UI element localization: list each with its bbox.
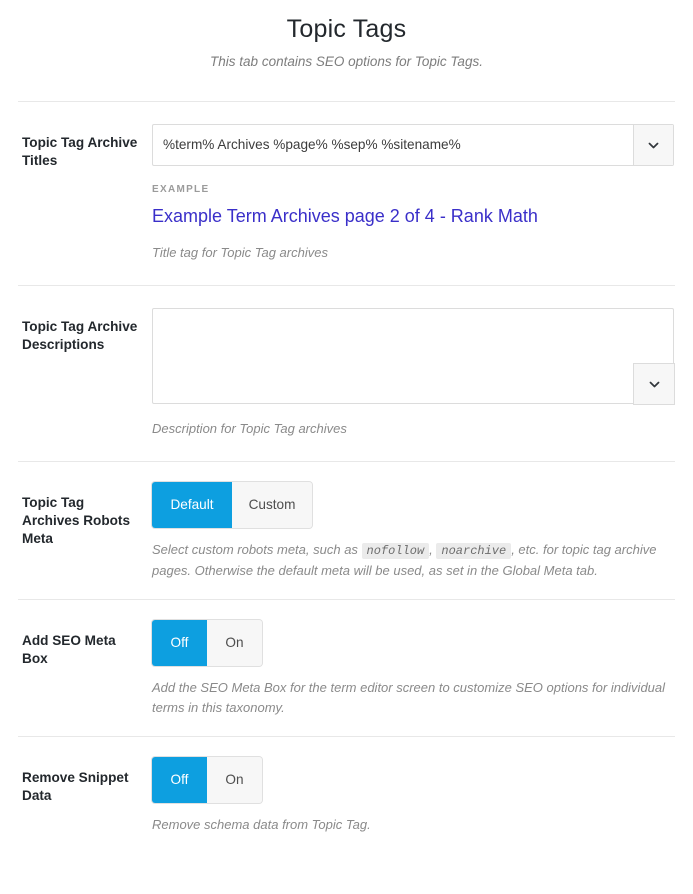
setting-label-add-seo-meta-box: Add SEO Meta Box	[22, 633, 116, 666]
example-title-preview: Example Term Archives page 2 of 4 - Rank…	[152, 206, 538, 226]
archive-descriptions-textarea-wrapper	[152, 308, 675, 405]
setting-field-add-seo-meta-box: Off On Add the SEO Meta Box for the term…	[152, 620, 675, 718]
archive-descriptions-textarea[interactable]	[152, 308, 674, 404]
robots-meta-option-custom[interactable]: Custom	[232, 482, 312, 528]
setting-row-robots-meta: Topic Tag Archives Robots Meta Default C…	[0, 462, 693, 599]
page-title: Topic Tags	[286, 15, 407, 43]
setting-field-remove-snippet-data: Off On Remove schema data from Topic Tag…	[152, 757, 675, 835]
archive-titles-help-text: Title tag for Topic Tag archives	[152, 245, 328, 260]
setting-label-archive-descriptions: Topic Tag Archive Descriptions	[22, 319, 138, 352]
setting-row-add-seo-meta-box: Add SEO Meta Box Off On Add the SEO Meta…	[0, 600, 693, 736]
archive-titles-input[interactable]: %term% Archives %page% %sep% %sitename%	[153, 125, 633, 165]
remove-snippet-data-toggle: Off On	[152, 757, 262, 803]
add-seo-meta-box-toggle: Off On	[152, 620, 262, 666]
robots-meta-code-nofollow: nofollow	[361, 543, 430, 559]
archive-titles-dropdown-button[interactable]	[633, 125, 673, 165]
add-seo-meta-box-option-off[interactable]: Off	[152, 620, 207, 666]
setting-label-remove-snippet-data: Remove Snippet Data	[22, 770, 129, 803]
archive-descriptions-help-text: Description for Topic Tag archives	[152, 421, 347, 436]
setting-label-archive-titles: Topic Tag Archive Titles	[22, 135, 138, 168]
example-label: EXAMPLE	[152, 184, 210, 195]
robots-meta-code-noarchive: noarchive	[436, 543, 512, 559]
setting-label-robots-meta: Topic Tag Archives Robots Meta	[22, 495, 131, 546]
remove-snippet-data-option-off[interactable]: Off	[152, 757, 207, 803]
robots-meta-toggle: Default Custom	[152, 482, 312, 528]
settings-page: Topic Tags This tab contains SEO options…	[0, 0, 693, 853]
page-header: Topic Tags This tab contains SEO options…	[0, 0, 693, 71]
remove-snippet-data-help-text: Remove schema data from Topic Tag.	[152, 817, 371, 832]
setting-row-archive-descriptions: Topic Tag Archive Descriptions Descripti…	[0, 286, 693, 461]
remove-snippet-data-option-on[interactable]: On	[207, 757, 262, 803]
setting-row-remove-snippet-data: Remove Snippet Data Off On Remove schema…	[0, 737, 693, 853]
archive-titles-input-wrapper: %term% Archives %page% %sep% %sitename%	[152, 124, 674, 166]
add-seo-meta-box-help-text: Add the SEO Meta Box for the term editor…	[152, 680, 666, 715]
page-subtitle: This tab contains SEO options for Topic …	[210, 54, 483, 69]
setting-field-archive-descriptions: Description for Topic Tag archives	[152, 308, 675, 439]
add-seo-meta-box-option-on[interactable]: On	[207, 620, 262, 666]
chevron-down-icon	[648, 142, 659, 148]
archive-descriptions-dropdown-button[interactable]	[633, 363, 675, 405]
setting-field-archive-titles: %term% Archives %page% %sep% %sitename% …	[152, 124, 675, 263]
robots-meta-help-text: Select custom robots meta, such as nofol…	[152, 540, 672, 581]
setting-row-archive-titles: Topic Tag Archive Titles %term% Archives…	[0, 102, 693, 285]
setting-field-robots-meta: Default Custom Select custom robots meta…	[152, 482, 675, 581]
chevron-down-icon	[649, 381, 659, 387]
robots-meta-option-default[interactable]: Default	[152, 482, 232, 528]
robots-meta-help-part1: Select custom robots meta, such as	[152, 542, 362, 557]
